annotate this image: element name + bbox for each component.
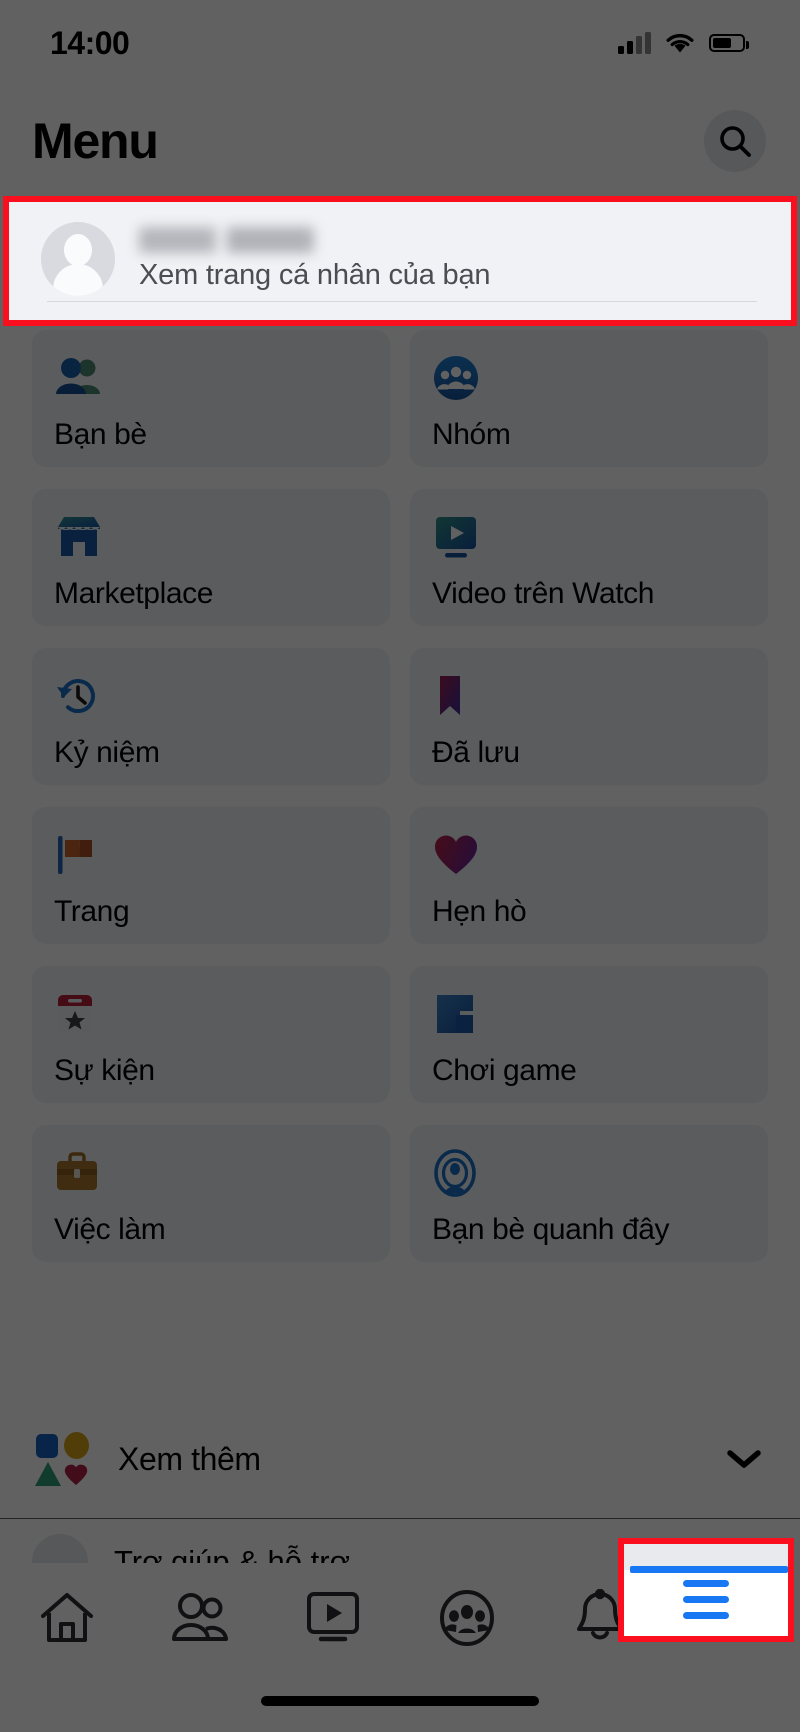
menu-tile-pages[interactable]: Trang [32,807,390,944]
menu-tile-label: Chơi game [432,1054,577,1087]
menu-tile-memories[interactable]: Kỷ niệm [32,648,390,785]
watch-nav-icon [307,1592,360,1642]
nav-item-watch[interactable] [267,1563,400,1673]
menu-tile-label: Bạn bè [54,418,147,451]
menu-tile-label: Sự kiện [54,1054,155,1087]
menu-tile-label: Kỷ niệm [54,736,160,769]
section-divider [0,1518,800,1519]
menu-tile-label: Đã lưu [432,736,520,769]
events-calendar-icon [54,988,390,1040]
bell-icon [576,1589,623,1640]
groups-nav-icon [439,1590,494,1646]
phone-screen: 14:00 Menu Bạn bè Nhóm Marketplace Video… [0,0,800,1732]
profile-card[interactable]: Xem trang cá nhân của bạn [9,202,791,320]
menu-tile-label: Video trên Watch [432,577,655,610]
menu-tile-label: Bạn bè quanh đây [432,1213,670,1246]
jobs-briefcase-icon [54,1147,390,1199]
menu-tile-label: Hẹn hò [432,895,527,928]
menu-tile-nearby-friends[interactable]: Bạn bè quanh đây [410,1125,768,1262]
home-indicator [261,1696,539,1706]
search-button[interactable] [704,110,766,172]
search-icon [720,126,751,157]
hamburger-menu-icon [683,1571,729,1628]
status-bar: 14:00 [0,0,800,86]
battery-icon [709,34,749,52]
gaming-icon [432,988,768,1040]
shapes-icon [32,1430,90,1488]
status-bar-indicators [618,32,749,54]
chevron-down-icon[interactable] [724,1446,764,1472]
menu-tile-gaming[interactable]: Chơi game [410,966,768,1103]
profile-subtitle: Xem trang cá nhân của bạn [139,258,491,291]
nav-item-menu-active[interactable] [624,1544,788,1636]
friends-icon [54,352,390,404]
menu-tile-label: Trang [54,895,130,928]
menu-tile-label: Nhóm [432,418,511,451]
menu-tile-saved[interactable]: Đã lưu [410,648,768,785]
saved-bookmark-icon [432,670,768,722]
page-header: Menu [0,86,800,196]
menu-tile-jobs[interactable]: Việc làm [32,1125,390,1262]
cellular-signal-icon [618,32,651,54]
groups-icon [432,352,768,404]
memories-clock-icon [54,670,390,722]
status-bar-clock: 14:00 [50,24,130,61]
nav-item-home[interactable] [0,1563,133,1673]
default-avatar-icon [41,222,115,296]
profile-name-blurred [139,226,314,253]
friends-nav-icon [171,1593,228,1641]
nav-active-indicator [630,1566,788,1573]
menu-tile-events[interactable]: Sự kiện [32,966,390,1103]
menu-tile-watch[interactable]: Video trên Watch [410,489,768,626]
menu-grid: Bạn bè Nhóm Marketplace Video trên Watch… [0,330,800,1262]
profile-row-highlighted[interactable]: Xem trang cá nhân của bạn [3,196,797,326]
watch-video-icon [432,511,768,563]
nearby-friends-icon [432,1147,768,1199]
see-more-row[interactable]: Xem thêm [0,1400,800,1518]
marketplace-icon [54,511,390,563]
menu-tile-label: Việc làm [54,1213,166,1246]
wifi-icon [666,33,694,53]
menu-tile-friends[interactable]: Bạn bè [32,330,390,467]
dating-heart-icon [432,829,768,881]
menu-tile-marketplace[interactable]: Marketplace [32,489,390,626]
nav-item-groups[interactable] [400,1563,533,1673]
page-title: Menu [32,113,159,169]
see-more-label: Xem thêm [118,1440,261,1477]
nav-item-friends[interactable] [133,1563,266,1673]
menu-tile-dating[interactable]: Hẹn hò [410,807,768,944]
menu-tile-groups[interactable]: Nhóm [410,330,768,467]
profile-divider [47,301,757,302]
pages-flag-icon [54,829,390,881]
menu-tile-label: Marketplace [54,577,214,610]
home-icon [40,1593,93,1642]
